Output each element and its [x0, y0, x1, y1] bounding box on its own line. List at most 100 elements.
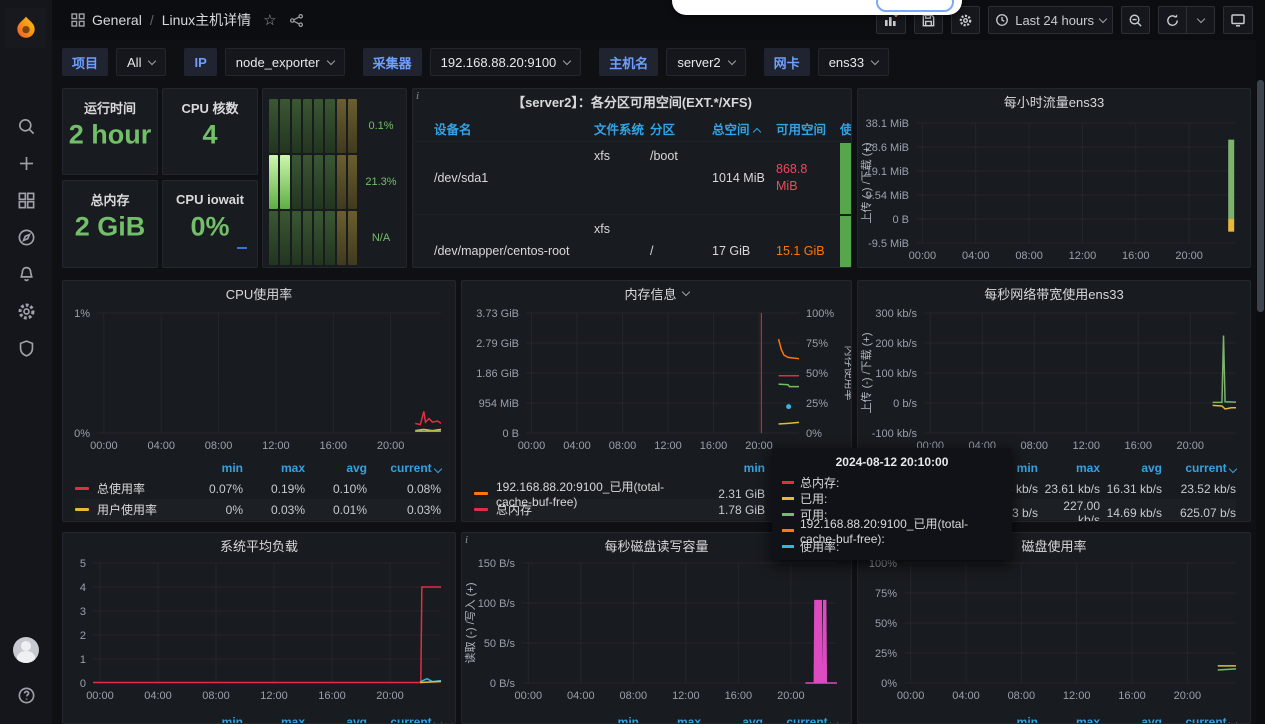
filter-label-collector: 采集器 [363, 48, 422, 76]
legend-max: 23.61 kb/s [1038, 482, 1100, 496]
memory-chart-canvas[interactable]: 3.73 GiB2.79 GiB1.86 GiB954 MiB0 B100%75… [462, 305, 851, 457]
legend-col-min[interactable]: min [581, 715, 639, 724]
grafana-logo[interactable] [6, 8, 46, 48]
zoom-out-button[interactable] [1121, 6, 1150, 34]
panel-cpu-cores[interactable]: CPU 核数 4 [162, 88, 258, 175]
legend-col-max[interactable]: max [243, 461, 305, 475]
legend-col-current[interactable]: current [1162, 715, 1236, 724]
share-icon[interactable] [289, 13, 304, 28]
load-chart-canvas[interactable]: 54321000:0004:0008:0012:0016:0020:00 [63, 555, 455, 707]
svg-text:16:00: 16:00 [318, 690, 346, 702]
col-header-device[interactable]: 设备名 [434, 119, 594, 138]
cell-usage: 11.1% [840, 216, 852, 268]
series-color-dash [75, 487, 89, 490]
filter-value-ip[interactable]: node_exporter [225, 48, 345, 76]
user-avatar[interactable] [13, 637, 39, 663]
filter-value-nic[interactable]: ens33 [818, 48, 889, 76]
legend-col-max[interactable]: max [639, 715, 701, 724]
col-header-total[interactable]: 总空间 [712, 119, 776, 138]
svg-text:12:00: 12:00 [654, 440, 682, 452]
dashboard-squares-icon[interactable] [70, 12, 86, 28]
search-icon[interactable] [0, 108, 52, 145]
time-range-picker[interactable]: Last 24 hours [988, 6, 1113, 34]
legend-series-toggle[interactable]: 总使用率 [75, 480, 185, 497]
gauge-cell [325, 211, 334, 265]
panel-partition-table[interactable]: i 【server2】：各分区可用空间(EXT.*/XFS) 设备名 文件系统 … [412, 88, 852, 268]
legend-series-toggle[interactable]: 用户使用率 [75, 501, 185, 518]
svg-text:20:00: 20:00 [1174, 690, 1202, 702]
network-chart-canvas[interactable]: 300 kb/s200 kb/s100 kb/s0 b/s-100 kb/s00… [858, 305, 1250, 457]
panel-uptime[interactable]: 运行时间 2 hour [62, 88, 158, 175]
col-header-avail[interactable]: 可用空间 [776, 119, 840, 138]
panel-total-memory[interactable]: 总内存 2 GiB [62, 180, 158, 268]
filter-value-project[interactable]: All [116, 48, 166, 76]
legend-col-avg[interactable]: avg [305, 461, 367, 475]
legend-col-avg[interactable]: avg [1100, 461, 1162, 475]
traffic-chart-canvas[interactable]: 38.1 MiB28.6 MiB19.1 MiB9.54 MiB0 B-9.5 … [858, 115, 1250, 267]
legend-col-avg[interactable]: avg [1100, 715, 1162, 724]
panel-info-icon[interactable]: i [416, 90, 419, 102]
svg-text:954 MiB: 954 MiB [479, 398, 519, 410]
explore-compass-icon[interactable] [0, 219, 52, 256]
panel-cpu-usage[interactable]: CPU使用率 1%0%00:0004:0008:0012:0016:0020:0… [62, 280, 456, 522]
legend-col-min[interactable]: min [980, 715, 1038, 724]
legend-max: 0.19% [243, 482, 305, 496]
kiosk-mode-button[interactable] [1223, 6, 1253, 34]
scrollbar-thumb[interactable] [1257, 80, 1264, 312]
panel-title[interactable]: 内存信息 [462, 281, 851, 305]
legend-col-min[interactable]: min [185, 461, 243, 475]
create-plus-icon[interactable] [0, 145, 52, 182]
svg-text:20:00: 20:00 [376, 690, 404, 702]
panel-disk-readwrite[interactable]: i 每秒磁盘读写容量 150 B/s100 B/s50 B/s0 B/s00:0… [461, 532, 852, 724]
alerting-bell-icon[interactable] [0, 256, 52, 293]
legend-col-current[interactable]: current [367, 461, 441, 475]
legend-col-min[interactable]: min [185, 715, 243, 724]
refresh-button[interactable] [1158, 6, 1187, 34]
panel-title: 运行时间 [63, 95, 157, 119]
gauge-cell [314, 99, 323, 153]
breadcrumb-dashboard-title[interactable]: Linux主机详情 [162, 10, 251, 30]
filter-label-project: 项目 [62, 48, 108, 76]
legend-col-min[interactable]: min [691, 461, 765, 475]
series-color-dash [782, 545, 794, 548]
popup-action-button[interactable] [876, 0, 954, 12]
panel-cpu-iowait[interactable]: CPU iowait 0% [162, 180, 258, 268]
legend-col-current[interactable]: current [763, 715, 837, 724]
filter-value-hostname[interactable]: server2 [666, 48, 745, 76]
panel-title: 系统平均负载 [63, 533, 455, 557]
svg-text:内存使用率: 内存使用率 [843, 346, 851, 401]
refresh-interval-dropdown[interactable] [1187, 6, 1215, 34]
panel-hourly-traffic[interactable]: 每小时流量ens33 38.1 MiB28.6 MiB19.1 MiB9.54 … [857, 88, 1251, 268]
legend-series-toggle[interactable]: 总内存 [474, 501, 691, 518]
dashboards-icon[interactable] [0, 182, 52, 219]
legend-col-max[interactable]: max [1038, 461, 1100, 475]
legend-col-max[interactable]: max [1038, 715, 1100, 724]
configuration-gear-icon[interactable] [0, 293, 52, 330]
help-icon[interactable] [0, 677, 52, 714]
diskrw-chart-canvas[interactable]: 150 B/s100 B/s50 B/s0 B/s00:0004:0008:00… [462, 555, 851, 707]
col-header-fs[interactable]: 文件系统 [594, 119, 650, 138]
legend-col-avg[interactable]: avg [305, 715, 367, 724]
diskuse-chart-canvas[interactable]: 100%75%50%25%0%00:0004:0008:0012:0016:00… [858, 555, 1250, 707]
chevron-down-icon [326, 56, 334, 64]
legend-col-current[interactable]: current [367, 715, 441, 724]
admin-shield-icon[interactable] [0, 330, 52, 367]
col-header-usage[interactable]: 使用率 [840, 119, 852, 138]
panel-cpu-bar-gauge[interactable]: 0.1% 21.3% N/A [262, 88, 407, 268]
cpu-chart-canvas[interactable]: 1%0%00:0004:0008:0012:0016:0020:00 [63, 305, 455, 457]
svg-text:-100 kb/s: -100 kb/s [872, 428, 918, 440]
star-icon[interactable]: ☆ [263, 11, 276, 29]
legend-col-avg[interactable]: avg [701, 715, 763, 724]
panel-system-load[interactable]: 系统平均负载 54321000:0004:0008:0012:0016:0020… [62, 532, 456, 724]
panel-disk-usage[interactable]: 磁盘使用率 100%75%50%25%0%00:0004:0008:0012:0… [857, 532, 1251, 724]
cell-device: /dev/sda1 [434, 170, 594, 187]
col-header-mount[interactable]: 分区 [650, 119, 712, 138]
breadcrumb-folder[interactable]: General [92, 12, 142, 28]
legend-col-current[interactable]: current [1162, 461, 1236, 475]
filter-value-collector[interactable]: 192.168.88.20:9100 [430, 48, 582, 76]
panel-info-icon[interactable]: i [465, 534, 468, 546]
svg-text:读取 (-) /写入 (+): 读取 (-) /写入 (+) [463, 583, 477, 664]
legend-max: 0.03% [243, 503, 305, 517]
svg-text:08:00: 08:00 [1020, 440, 1048, 452]
legend-col-max[interactable]: max [243, 715, 305, 724]
